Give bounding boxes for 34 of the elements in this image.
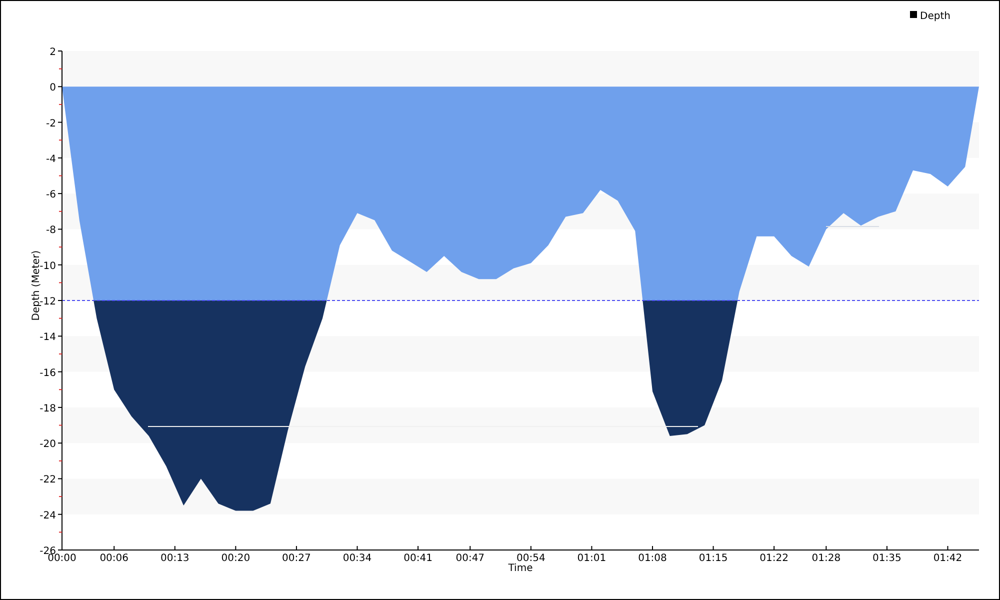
- x-tick-label: 01:22: [760, 553, 788, 564]
- x-tick-label: 00:41: [404, 553, 432, 564]
- x-tick-label: 00:06: [100, 553, 129, 564]
- x-tick-label: 00:13: [160, 553, 190, 564]
- stop-marker-drawing: [826, 226, 880, 227]
- y-axis-title: Depth (Meter): [31, 250, 42, 321]
- y-tick-label: -6: [46, 190, 56, 201]
- x-tick-label: 01:28: [812, 553, 841, 564]
- y-tick-label: -20: [40, 439, 56, 450]
- x-tick-label: 00:20: [221, 553, 250, 564]
- y-tick-label: -22: [40, 474, 56, 486]
- x-tick-label: 00:54: [516, 553, 546, 564]
- legend-swatch: [910, 11, 917, 18]
- y-tick-label: -10: [40, 260, 56, 272]
- x-tick-label: 01:15: [698, 553, 728, 564]
- y-tick-label: -18: [40, 403, 56, 414]
- y-tick-label: -16: [40, 368, 56, 379]
- y-tick-label: -2: [46, 118, 56, 130]
- y-tick-label: -8: [46, 225, 56, 236]
- x-tick-label: 00:47: [456, 553, 485, 564]
- legend-label: Depth: [920, 11, 950, 22]
- x-axis-title: Time: [508, 563, 533, 574]
- x-tick-label: 01:35: [872, 553, 902, 564]
- x-tick-label: 00:34: [342, 553, 372, 564]
- y-tick-label: 2: [50, 47, 56, 58]
- y-tick-label: -12: [40, 296, 56, 308]
- y-tick-label: -24: [40, 510, 56, 522]
- x-tick-label: 00:27: [282, 553, 311, 564]
- x-tick-label: 01:08: [638, 553, 667, 564]
- x-tick-label: 01:42: [933, 553, 962, 564]
- y-tick-label: -4: [46, 154, 56, 165]
- x-tick-label: 01:01: [577, 553, 606, 564]
- y-tick-label: -14: [40, 332, 56, 344]
- y-tick-label: 0: [50, 82, 56, 94]
